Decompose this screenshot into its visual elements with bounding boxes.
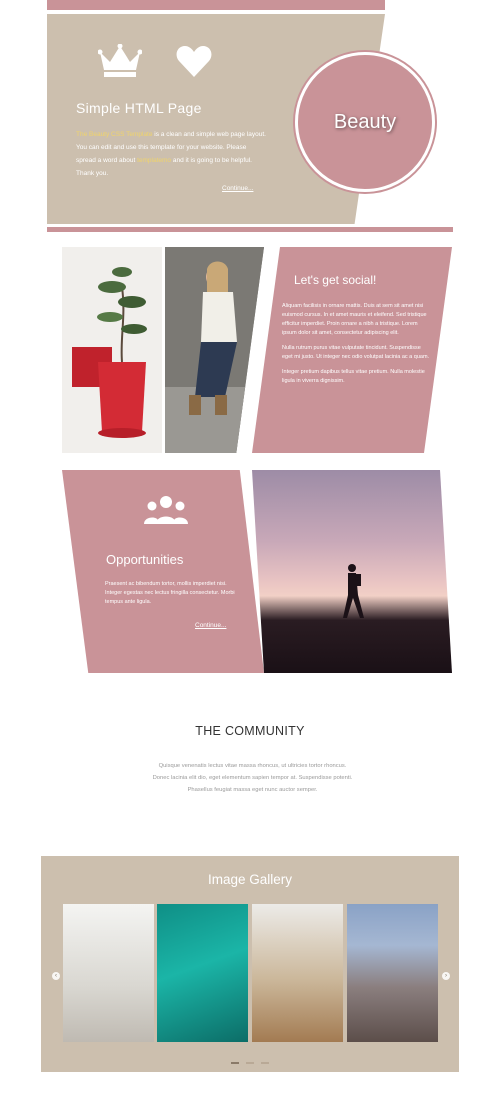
plant-illustration	[62, 247, 162, 453]
social-paragraph: Integer pretium dapibus tellus vitae pre…	[282, 369, 425, 384]
social-title: Let's get social!	[294, 273, 377, 287]
community-title: THE COMMUNITY	[195, 724, 305, 738]
hero-bottom-strip	[47, 227, 453, 232]
hiker-silhouette	[343, 564, 364, 618]
gallery-image-alley[interactable]	[63, 904, 154, 1042]
social-paragraph: Aliquam facilisis in ornare mattis. Duis…	[282, 303, 427, 336]
hero-description: The Beauty CSS Template is a clean and s…	[76, 128, 266, 180]
beauty-badge-label: Beauty	[333, 110, 397, 133]
gallery-image-neon-pose[interactable]	[157, 904, 248, 1042]
gallery-dot-1[interactable]	[231, 1062, 239, 1064]
plant-photo	[62, 247, 162, 453]
gallery-dot-2[interactable]	[246, 1062, 254, 1064]
gallery-next-arrow[interactable]: ›	[442, 972, 450, 980]
woman-sitting-photo	[165, 247, 264, 453]
templatemo-link[interactable]: templatemo	[137, 157, 171, 164]
woman-illustration	[165, 247, 264, 453]
hero-highlight-link[interactable]: The Beauty CSS Template	[76, 131, 152, 138]
gallery-dot-3[interactable]	[261, 1062, 269, 1064]
sunset-hiker-photo	[252, 470, 452, 673]
opportunities-title: Opportunities	[106, 552, 184, 567]
gallery-image-village[interactable]	[347, 904, 438, 1042]
beauty-badge: Beauty	[295, 52, 435, 192]
people-icon	[144, 496, 188, 524]
social-text: Aliquam facilisis in ornare mattis. Duis…	[282, 302, 432, 386]
opportunities-continue-link[interactable]: Continue...	[195, 622, 226, 629]
community-text: Quisque venenatis lectus vitae massa rho…	[152, 763, 353, 793]
hero-title: Simple HTML Page	[76, 100, 202, 116]
gallery-image-surfer[interactable]	[252, 904, 343, 1042]
crown-icon	[98, 44, 142, 77]
social-paragraph: Nulla rutrum purus vitae vulputate tinci…	[282, 345, 430, 360]
gallery-prev-arrow[interactable]: ‹	[52, 972, 60, 980]
hero-continue-link[interactable]: Continue...	[222, 185, 253, 192]
gallery-title: Image Gallery	[207, 872, 293, 887]
heart-icon	[176, 46, 212, 77]
opportunities-text: Praesent ac bibendum tortor, mollis impe…	[105, 581, 235, 605]
top-accent-strip	[47, 0, 385, 10]
